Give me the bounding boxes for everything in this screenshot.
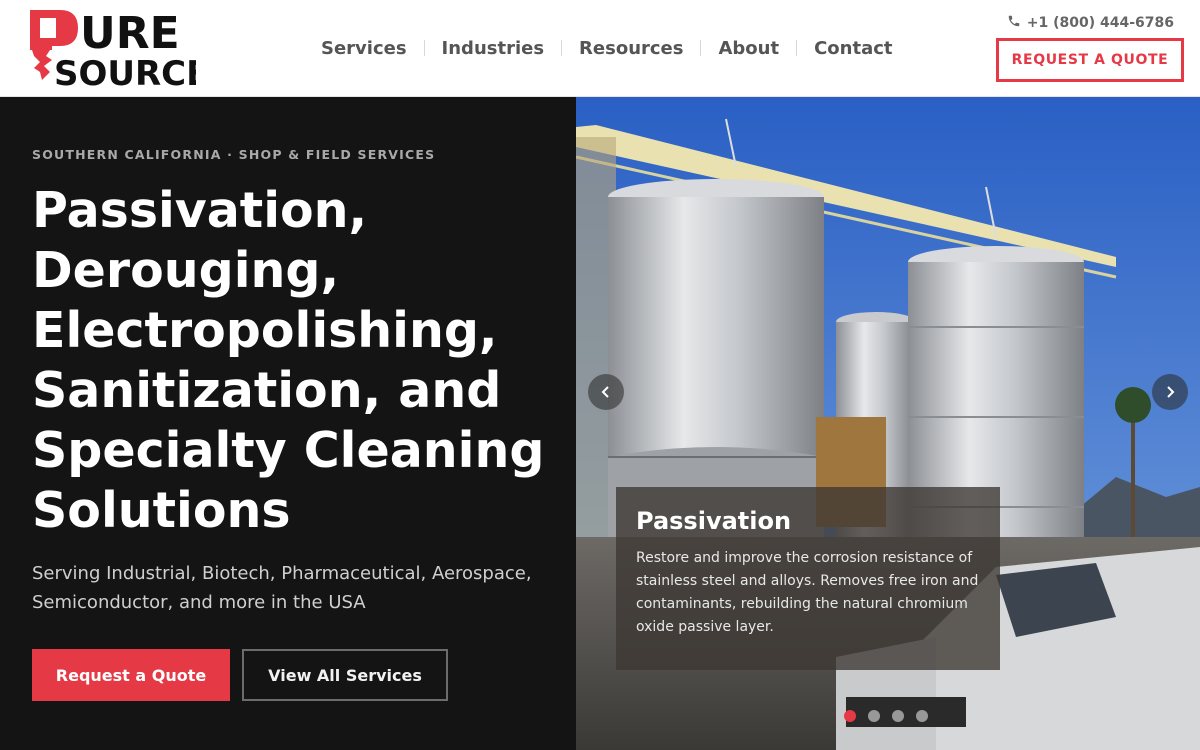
chevron-right-icon — [1167, 386, 1175, 398]
phone-icon — [1007, 14, 1021, 32]
slider-prev-button[interactable] — [588, 374, 624, 410]
view-all-services-button[interactable]: View All Services — [242, 649, 448, 701]
phone-link[interactable]: +1 (800) 444-6786 — [1007, 14, 1174, 32]
slide-caption-title: Passivation — [636, 507, 792, 535]
pure-source-logo[interactable]: URE SOURCE — [30, 10, 196, 88]
slider-dot-2[interactable] — [868, 710, 880, 722]
slide-caption: Passivation Restore and improve the corr… — [616, 487, 1000, 670]
slider-next-button[interactable] — [1152, 374, 1188, 410]
slider-dot-1[interactable] — [844, 710, 856, 722]
hero-eyebrow: SOUTHERN CALIFORNIA · SHOP & FIELD SERVI… — [32, 147, 436, 162]
request-quote-button[interactable]: Request a Quote — [32, 649, 230, 701]
chevron-left-icon — [601, 386, 609, 398]
logo-line2: SOURCE — [54, 54, 196, 88]
hero-panel: SOUTHERN CALIFORNIA · SHOP & FIELD SERVI… — [0, 97, 576, 750]
nav-services[interactable]: Services — [304, 38, 424, 59]
phone-number: +1 (800) 444-6786 — [1026, 15, 1174, 31]
slider-dot-4[interactable] — [916, 710, 928, 722]
slide-caption-text: Restore and improve the corrosion resist… — [636, 550, 979, 635]
hero-headline: Passivation, Derouging, Electropolishing… — [32, 182, 545, 539]
request-quote-header-button[interactable]: REQUEST A QUOTE — [996, 38, 1184, 82]
hero-subtext: Serving Industrial, Biotech, Pharmaceuti… — [32, 563, 532, 613]
slider-dot-3[interactable] — [892, 710, 904, 722]
nav-resources[interactable]: Resources — [562, 38, 700, 59]
slider-dots — [844, 710, 928, 722]
nav-industries[interactable]: Industries — [425, 38, 562, 59]
logo-line1: URE — [80, 10, 180, 59]
nav-about[interactable]: About — [701, 38, 796, 59]
nav-contact[interactable]: Contact — [797, 38, 909, 59]
site-header: URE SOURCE Services Industries Resources… — [0, 0, 1200, 97]
main-nav: Services Industries Resources About Cont… — [304, 36, 910, 60]
hero-slider: Passivation Restore and improve the corr… — [576, 97, 1200, 750]
